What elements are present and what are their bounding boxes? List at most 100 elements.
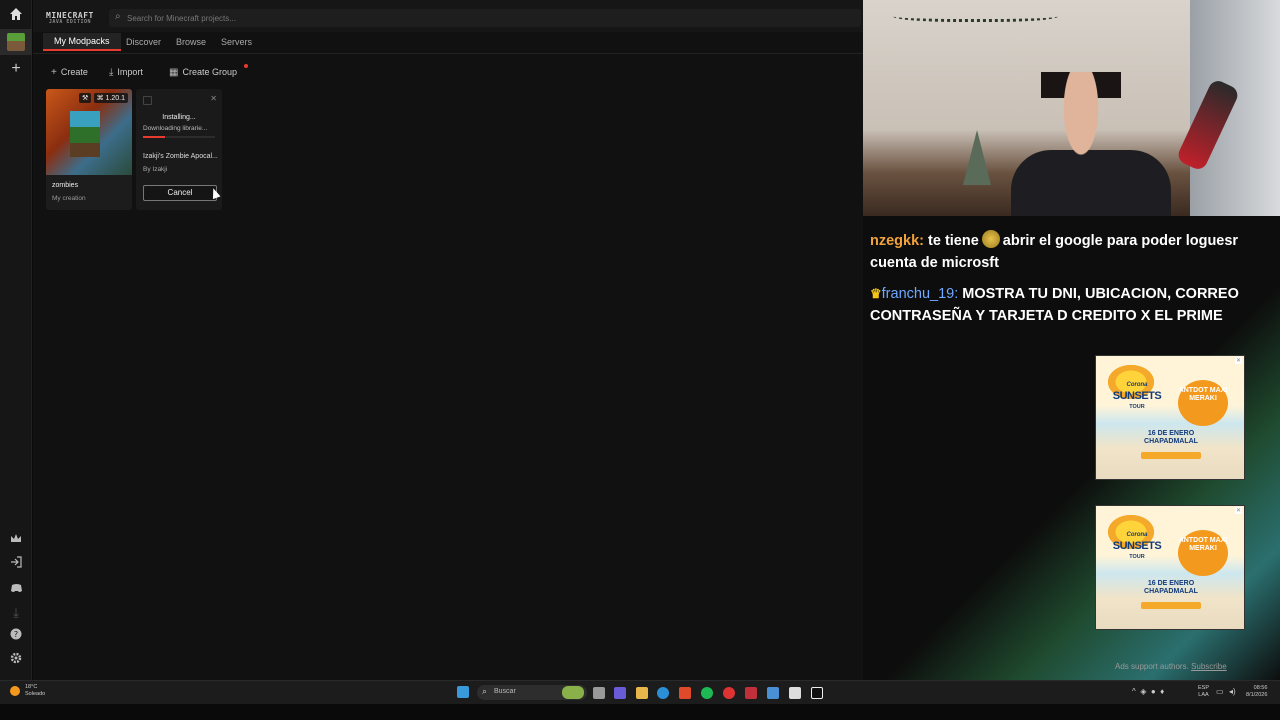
taskbar-search[interactable]: ⌕ Buscar (477, 685, 587, 700)
select-checkbox[interactable] (143, 96, 152, 105)
task-view-icon[interactable] (593, 687, 605, 699)
chat-username: nzegkk: (870, 233, 924, 249)
network-icon[interactable]: ◈ (1140, 687, 1146, 696)
ad-banner[interactable]: Corona SUNSETS TOUR ANTDOT MAXI MERAKI 1… (1095, 355, 1245, 480)
windows-taskbar: 18°C Soleado ⌕ Buscar ^ ◈ ● ♦ ESP LAA ▭ … (0, 680, 1280, 704)
language-indicator[interactable]: ESP LAA (1198, 685, 1209, 699)
tab-browse[interactable]: Browse (176, 37, 206, 47)
modpack-author: By Izakji (143, 166, 168, 173)
create-group-button[interactable]: ▦ Create Group (169, 67, 237, 78)
ad-close-icon[interactable]: ✕ (1234, 357, 1242, 364)
download-icon[interactable]: ⤓ (8, 605, 24, 621)
import-button[interactable]: ⤓ Import (109, 67, 143, 78)
search-icon: ⌕ (115, 11, 121, 22)
chat-messages: nzegkk: te tiene abrir el google para pod… (870, 230, 1280, 336)
start-icon[interactable] (457, 686, 469, 698)
ad-title: SUNSETS (1112, 540, 1162, 552)
curseforge-icon[interactable] (811, 687, 823, 699)
emote-icon (981, 230, 1000, 248)
plus-icon[interactable]: + (8, 61, 24, 77)
minecraft-logo: MINECRAFT JAVA EDITION (46, 11, 94, 26)
crown-badge-icon: ♛ (870, 286, 882, 301)
crown-icon[interactable] (8, 531, 24, 547)
ad-brand: Corona (1126, 532, 1148, 538)
system-tray[interactable]: ^ ◈ ● ♦ (1132, 687, 1164, 696)
obs-icon[interactable] (723, 687, 735, 699)
screen: + ⤓ ? MINECRAFT JAVA EDITION ⌕ Search fo… (0, 0, 1280, 720)
minecraft-character-image (70, 111, 100, 157)
launcher-app: MINECRAFT JAVA EDITION ⌕ My Modpacks Dis… (33, 0, 863, 680)
gear-icon[interactable] (8, 652, 24, 668)
notepad-icon[interactable] (767, 687, 779, 699)
group-icon: ▦ (169, 67, 179, 78)
search-icon: ⌕ (482, 686, 488, 696)
discord-icon[interactable] (8, 581, 24, 597)
stream-overlay: nzegkk: te tiene abrir el google para pod… (863, 0, 1280, 680)
chat-message: nzegkk: te tiene abrir el google para pod… (870, 230, 1280, 274)
ad-cta-button[interactable] (1141, 452, 1201, 459)
ad-brand: Corona (1126, 382, 1148, 388)
chat-text: abrir el google para poder loguesr cuent… (870, 233, 1239, 271)
webcam-feed (863, 0, 1280, 216)
chat-username: franchu_19: (881, 286, 959, 302)
chat-message: ♛franchu_19: MOSTRA TU DNI, UBICACION, C… (870, 283, 1280, 327)
teams-icon[interactable] (614, 687, 626, 699)
ad-banner[interactable]: Corona SUNSETS TOUR ANTDOT MAXI MERAKI 1… (1095, 505, 1245, 630)
christmas-tree-decoration (963, 130, 991, 185)
modpack-thumbnail: ⚒ ⌘ 1.20.1 (46, 89, 132, 175)
volume-icon[interactable]: ◂) (1229, 687, 1236, 696)
ad-tour: TOUR (1129, 554, 1145, 560)
subscribe-link[interactable]: Subscribe (1191, 662, 1227, 671)
modpack-name: Izakji's Zombie Apocal... (143, 153, 218, 160)
svg-text:?: ? (14, 630, 18, 639)
version-badge: ⌘ 1.20.1 (93, 93, 128, 103)
install-progress-bar (143, 136, 215, 138)
weather-desc: Soleado (25, 691, 46, 697)
modpack-card-zombies[interactable]: ⚒ ⌘ 1.20.1 zombies My creation (46, 89, 132, 210)
login-icon[interactable] (8, 556, 24, 572)
mic-icon[interactable]: ♦ (1160, 687, 1164, 696)
chat-text: te tiene (928, 233, 979, 249)
edge-icon[interactable] (657, 687, 669, 699)
app-icon[interactable] (745, 687, 757, 699)
install-status: Installing... (162, 114, 196, 121)
ad-tour: TOUR (1129, 404, 1145, 410)
brave-icon[interactable] (679, 687, 691, 699)
ad-cta-button[interactable] (1141, 602, 1201, 609)
controller-icon: ⌘ (96, 95, 106, 102)
search-bar[interactable]: ⌕ (109, 9, 861, 27)
create-button[interactable]: + Create (51, 67, 88, 78)
modpack-subtitle: My creation (52, 195, 86, 202)
install-progress-fill (143, 136, 165, 138)
clock[interactable]: 08:56 8/1/2026 (1246, 685, 1267, 699)
plus-icon: + (51, 67, 57, 78)
clock-time: 08:56 (1253, 685, 1268, 691)
modpack-card-installing[interactable]: ✕ Installing... Downloading librarie... … (136, 89, 222, 210)
chevron-up-icon[interactable]: ^ (1132, 687, 1136, 696)
chrome-icon[interactable]: ● (1151, 687, 1156, 696)
monitor-icon[interactable]: ▭ (1216, 687, 1224, 696)
search-input[interactable] (127, 11, 527, 25)
search-highlight-image (562, 686, 584, 699)
tab-servers[interactable]: Servers (221, 37, 252, 47)
bottom-strip (0, 704, 1280, 720)
ads-footer: Ads support authors. Subscribe (1115, 662, 1227, 671)
tab-discover[interactable]: Discover (126, 37, 161, 47)
pin-icon[interactable]: ✕ (210, 94, 217, 103)
clock-date: 8/1/2026 (1246, 692, 1268, 698)
file-explorer-icon[interactable] (636, 687, 648, 699)
minecraft-icon[interactable] (7, 33, 25, 51)
ad-close-icon[interactable]: ✕ (1234, 507, 1242, 514)
weather-temp: 18°C (25, 684, 38, 690)
tab-my-modpacks[interactable]: My Modpacks (43, 33, 121, 51)
help-icon[interactable]: ? (8, 628, 24, 644)
calendar-icon[interactable] (789, 687, 801, 699)
home-icon[interactable] (8, 7, 24, 23)
cancel-button[interactable]: Cancel (143, 185, 217, 201)
import-icon: ⤓ (109, 67, 114, 78)
weather-sun-icon[interactable] (10, 686, 20, 696)
streamer-head (1041, 72, 1121, 216)
spotify-icon[interactable] (701, 687, 713, 699)
weather-widget[interactable]: 18°C Soleado (25, 684, 45, 698)
ads-footer-text: Ads support authors. (1115, 662, 1189, 671)
